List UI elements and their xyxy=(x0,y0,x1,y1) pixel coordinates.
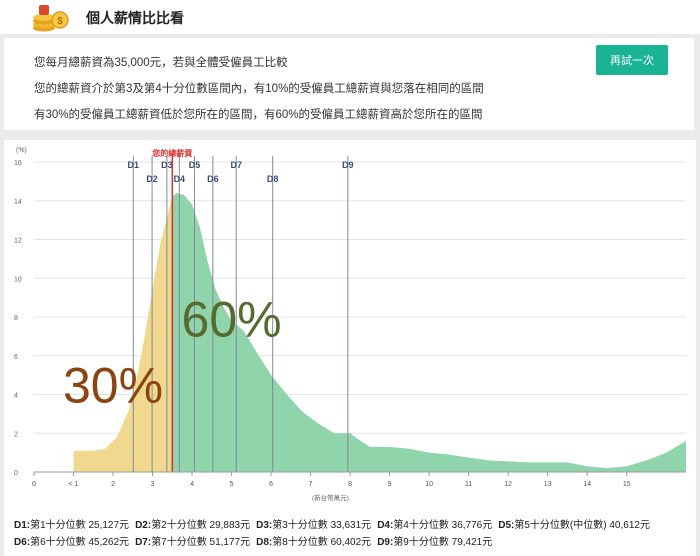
y-tick-label: 14 xyxy=(14,199,22,206)
decile-label: D2 xyxy=(146,174,158,184)
info-line-1: 您每月總薪資為35,000元，若與全體受僱員工比較 xyxy=(34,57,288,69)
x-unit-label: (新台幣萬元) xyxy=(312,493,349,502)
decile-label: D7 xyxy=(230,160,242,170)
legend-key: D3: xyxy=(256,520,273,531)
legend-row-1: D1:第1十分位數 25,127元 D2:第2十分位數 29,883元 D3:第3十… xyxy=(14,516,656,531)
legend-text: 第2十分位數 29,883元 xyxy=(151,520,251,531)
y-tick-label: 6 xyxy=(14,354,18,361)
legend-key: D1: xyxy=(14,520,31,531)
legend-item: D4:第4十分位數 36,776元 xyxy=(377,520,492,531)
x-tick-label: 12 xyxy=(504,481,512,488)
x-tick-label: 2 xyxy=(111,481,115,488)
info-line-2: 您的總薪資介於第3及第4十分位數區間內，有10%的受僱員工總薪資與您落在相同的區… xyxy=(34,83,484,95)
decile-label: D1 xyxy=(128,160,140,170)
x-tick-label: 15 xyxy=(623,481,631,488)
x-tick-label: < 1 xyxy=(69,481,79,488)
legend-item: D6:第6十分位數 45,262元 xyxy=(14,537,129,548)
x-tick-label: 0 xyxy=(32,481,36,488)
legend-item: D8:第8十分位數 60,402元 xyxy=(256,537,371,548)
legend-key: D6: xyxy=(14,537,31,548)
legend-text: 第5十分位數(中位數) 40,612元 xyxy=(514,520,650,531)
svg-text:$: $ xyxy=(57,16,63,27)
legend-text: 第6十分位數 45,262元 xyxy=(30,537,130,548)
retry-button[interactable]: 再試一次 xyxy=(596,45,668,75)
lower-percent-label: 30% xyxy=(63,357,163,413)
legend-text: 第9十分位數 79,421元 xyxy=(393,537,493,548)
chart-panel: D1 D2 D3 D4 D5 D6 D7 D8 D9 您的總薪資 30% 60% 0 2 4 6 8 10 12… xyxy=(4,140,696,512)
x-tick-label: 10 xyxy=(425,481,433,488)
legend-key: D5: xyxy=(498,520,515,531)
salary-info-panel: 您每月總薪資為35,000元，若與全體受僱員工比較 您的總薪資介於第3及第4十分… xyxy=(4,38,694,130)
info-line-3: 有30%的受僱員工總薪資低於您所在的區間，有60%的受僱員工總薪資高於您所在的區… xyxy=(34,109,483,121)
coins-logo-icon: $ xyxy=(33,5,69,32)
y-tick-label: 16 xyxy=(14,160,22,167)
lower-area xyxy=(73,196,173,472)
legend-text: 第3十分位數 33,631元 xyxy=(272,520,372,531)
legend-item: D9:第9十分位數 79,421元 xyxy=(377,537,492,548)
legend-text: 第8十分位數 60,402元 xyxy=(272,537,372,548)
upper-percent-label: 60% xyxy=(182,291,282,347)
decile-label: D8 xyxy=(267,174,279,184)
legend-item: D5:第5十分位數(中位數) 40,612元 xyxy=(498,520,650,531)
x-tick-label: 5 xyxy=(230,481,234,488)
legend-item: D2:第2十分位數 29,883元 xyxy=(135,520,250,531)
legend-item: D3:第3十分位數 33,631元 xyxy=(256,520,371,531)
page-title: 個人薪情比比看 xyxy=(86,10,184,26)
legend-key: D4: xyxy=(377,520,394,531)
decile-legend: D1:第1十分位數 25,127元 D2:第2十分位數 29,883元 D3:第3十… xyxy=(4,512,696,556)
y-tick-label: 8 xyxy=(14,315,18,322)
decile-label: D6 xyxy=(207,174,219,184)
x-tick-label: 6 xyxy=(269,481,273,488)
x-tick-label: 7 xyxy=(309,481,313,488)
y-tick-label: 4 xyxy=(14,393,18,400)
distribution-chart: D1 D2D3D4D5 D6 D7 D8 D9 您的總薪資 30% 60% 0 2 4 6 8 10 12… xyxy=(14,147,686,502)
decile-label: D5 xyxy=(189,160,201,170)
x-tick-label: 11 xyxy=(465,481,472,488)
x-tick-label: 3 xyxy=(151,481,155,488)
x-tick-label: 9 xyxy=(388,481,392,488)
y-unit-label: (%) xyxy=(16,147,27,154)
legend-key: D8: xyxy=(256,537,273,548)
x-tick-label: 8 xyxy=(348,481,352,488)
x-tick-label: 4 xyxy=(190,481,194,488)
x-tick-label: 14 xyxy=(583,481,591,488)
y-tick-label: 0 xyxy=(14,470,18,477)
decile-label: D9 xyxy=(342,160,354,170)
legend-key: D7: xyxy=(135,537,152,548)
legend-key: D9: xyxy=(377,537,394,548)
x-tick-label: 13 xyxy=(544,481,552,488)
decile-label: D4 xyxy=(174,174,186,184)
y-tick-label: 2 xyxy=(14,431,18,438)
legend-row-2: D6:第6十分位數 45,262元 D7:第7十分位數 51,177元 D8:第8十… xyxy=(14,533,498,548)
y-tick-label: 10 xyxy=(14,276,22,283)
user-salary-label: 您的總薪資 xyxy=(152,148,192,158)
legend-item: D7:第7十分位數 51,177元 xyxy=(135,537,250,548)
legend-text: 第7十分位數 51,177元 xyxy=(151,537,251,548)
decile-label: D3 xyxy=(161,160,173,170)
y-tick-label: 12 xyxy=(14,238,22,245)
legend-text: 第4十分位數 36,776元 xyxy=(393,520,493,531)
header: $ 個人薪情比比看 xyxy=(0,0,700,34)
legend-text: 第1十分位數 25,127元 xyxy=(30,520,130,531)
legend-item: D1:第1十分位數 25,127元 xyxy=(14,520,129,531)
legend-key: D2: xyxy=(135,520,152,531)
